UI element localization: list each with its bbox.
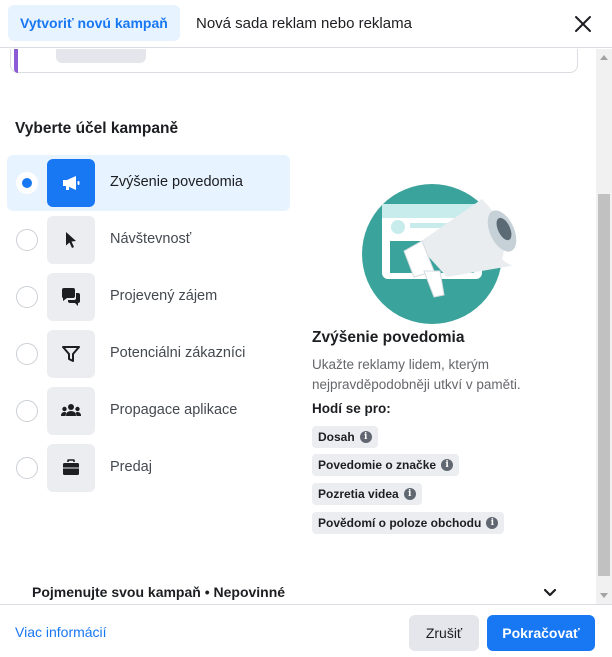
- close-icon[interactable]: [572, 13, 594, 35]
- card-button-stub[interactable]: [56, 49, 146, 63]
- chip-label: Dosah: [318, 430, 355, 444]
- objective-icon-box: [47, 330, 95, 378]
- people-icon: [61, 404, 81, 416]
- objective-label: Návštevnosť: [110, 231, 192, 247]
- objective-icon-box: [47, 444, 95, 492]
- detail-description: Ukažte reklamy lidem, kterým nejpravděpo…: [312, 357, 521, 392]
- more-info-link[interactable]: Viac informácií: [15, 624, 107, 640]
- funnel-icon: [62, 346, 80, 362]
- info-icon[interactable]: i: [486, 517, 499, 529]
- chip-store-location-awareness: Povědomí o poloze obchodu i: [312, 512, 505, 534]
- cancel-button[interactable]: Zrušiť: [409, 615, 479, 651]
- objective-awareness[interactable]: Zvýšenie povedomia: [7, 155, 290, 211]
- radio-button[interactable]: [16, 343, 38, 365]
- detail-title: Zvýšenie povedomia: [312, 329, 465, 346]
- objective-label: Propagace aplikace: [110, 402, 238, 418]
- tab-new-adset-or-ad[interactable]: Nová sada reklam nebo reklama: [196, 5, 412, 41]
- dialog-body: Vyberte účel kampaně Zvýšenie povedomia …: [0, 49, 596, 604]
- objective-leads[interactable]: Potenciálni zákazníci: [7, 326, 290, 382]
- radio-button-selected[interactable]: [16, 172, 38, 194]
- radio-button[interactable]: [16, 457, 38, 479]
- objective-traffic[interactable]: Návštevnosť: [7, 212, 290, 268]
- radio-button[interactable]: [16, 400, 38, 422]
- campaign-name-section-toggle[interactable]: Pojmenujte svou kampaň • Nepovinné: [32, 584, 285, 600]
- good-for-label: Hodí se pro:: [312, 401, 391, 416]
- info-icon[interactable]: i: [403, 488, 416, 500]
- objective-icon-box: [47, 273, 95, 321]
- chevron-down-icon[interactable]: [542, 586, 558, 600]
- objective-icon-box: [47, 387, 95, 435]
- chat-bubbles-icon: [62, 288, 80, 306]
- objective-label: Projevený zájem: [110, 288, 218, 304]
- megaphone-icon: [63, 176, 80, 190]
- vertical-scrollbar[interactable]: [596, 49, 612, 604]
- cursor-icon: [66, 232, 76, 248]
- objective-engagement[interactable]: Projevený zájem: [7, 269, 290, 325]
- continue-button[interactable]: Pokračovať: [487, 615, 595, 651]
- chip-brand-awareness: Povedomie o značke i: [312, 454, 460, 476]
- briefcase-icon: [63, 459, 79, 475]
- chip-label: Pozretia videa: [318, 487, 399, 501]
- radio-button[interactable]: [16, 286, 38, 308]
- scroll-down-arrow-icon[interactable]: [600, 593, 608, 598]
- objective-label: Zvýšenie povedomia: [110, 174, 243, 190]
- scrollbar-thumb[interactable]: [598, 194, 610, 576]
- scroll-up-arrow-icon[interactable]: [600, 55, 608, 60]
- chip-video-views: Pozretia videa i: [312, 483, 422, 505]
- tab-create-campaign[interactable]: Vytvoriť novú kampaň: [8, 5, 180, 41]
- previous-section-card: [10, 49, 578, 73]
- objective-app-promotion[interactable]: Propagace aplikace: [7, 383, 290, 439]
- radio-button[interactable]: [16, 229, 38, 251]
- objective-sales[interactable]: Predaj: [7, 440, 290, 496]
- objective-label: Potenciálni zákazníci: [110, 345, 246, 361]
- info-icon[interactable]: i: [441, 459, 454, 471]
- objective-label: Predaj: [110, 459, 152, 475]
- card-accent-bar: [14, 49, 18, 73]
- chip-reach: Dosah i: [312, 426, 378, 448]
- dialog-footer: Viac informácií Zrušiť Pokračovať: [0, 604, 612, 657]
- megaphone-illustration: [362, 184, 523, 324]
- info-icon[interactable]: i: [359, 431, 372, 443]
- chip-label: Povedomie o značke: [318, 458, 437, 472]
- objective-icon-box: [47, 159, 95, 207]
- section-title: Vyberte účel kampaně: [15, 120, 179, 137]
- objective-icon-box: [47, 216, 95, 264]
- chip-label: Povědomí o poloze obchodu: [318, 516, 482, 530]
- dialog-header: Vytvoriť novú kampaň Nová sada reklam ne…: [0, 0, 612, 48]
